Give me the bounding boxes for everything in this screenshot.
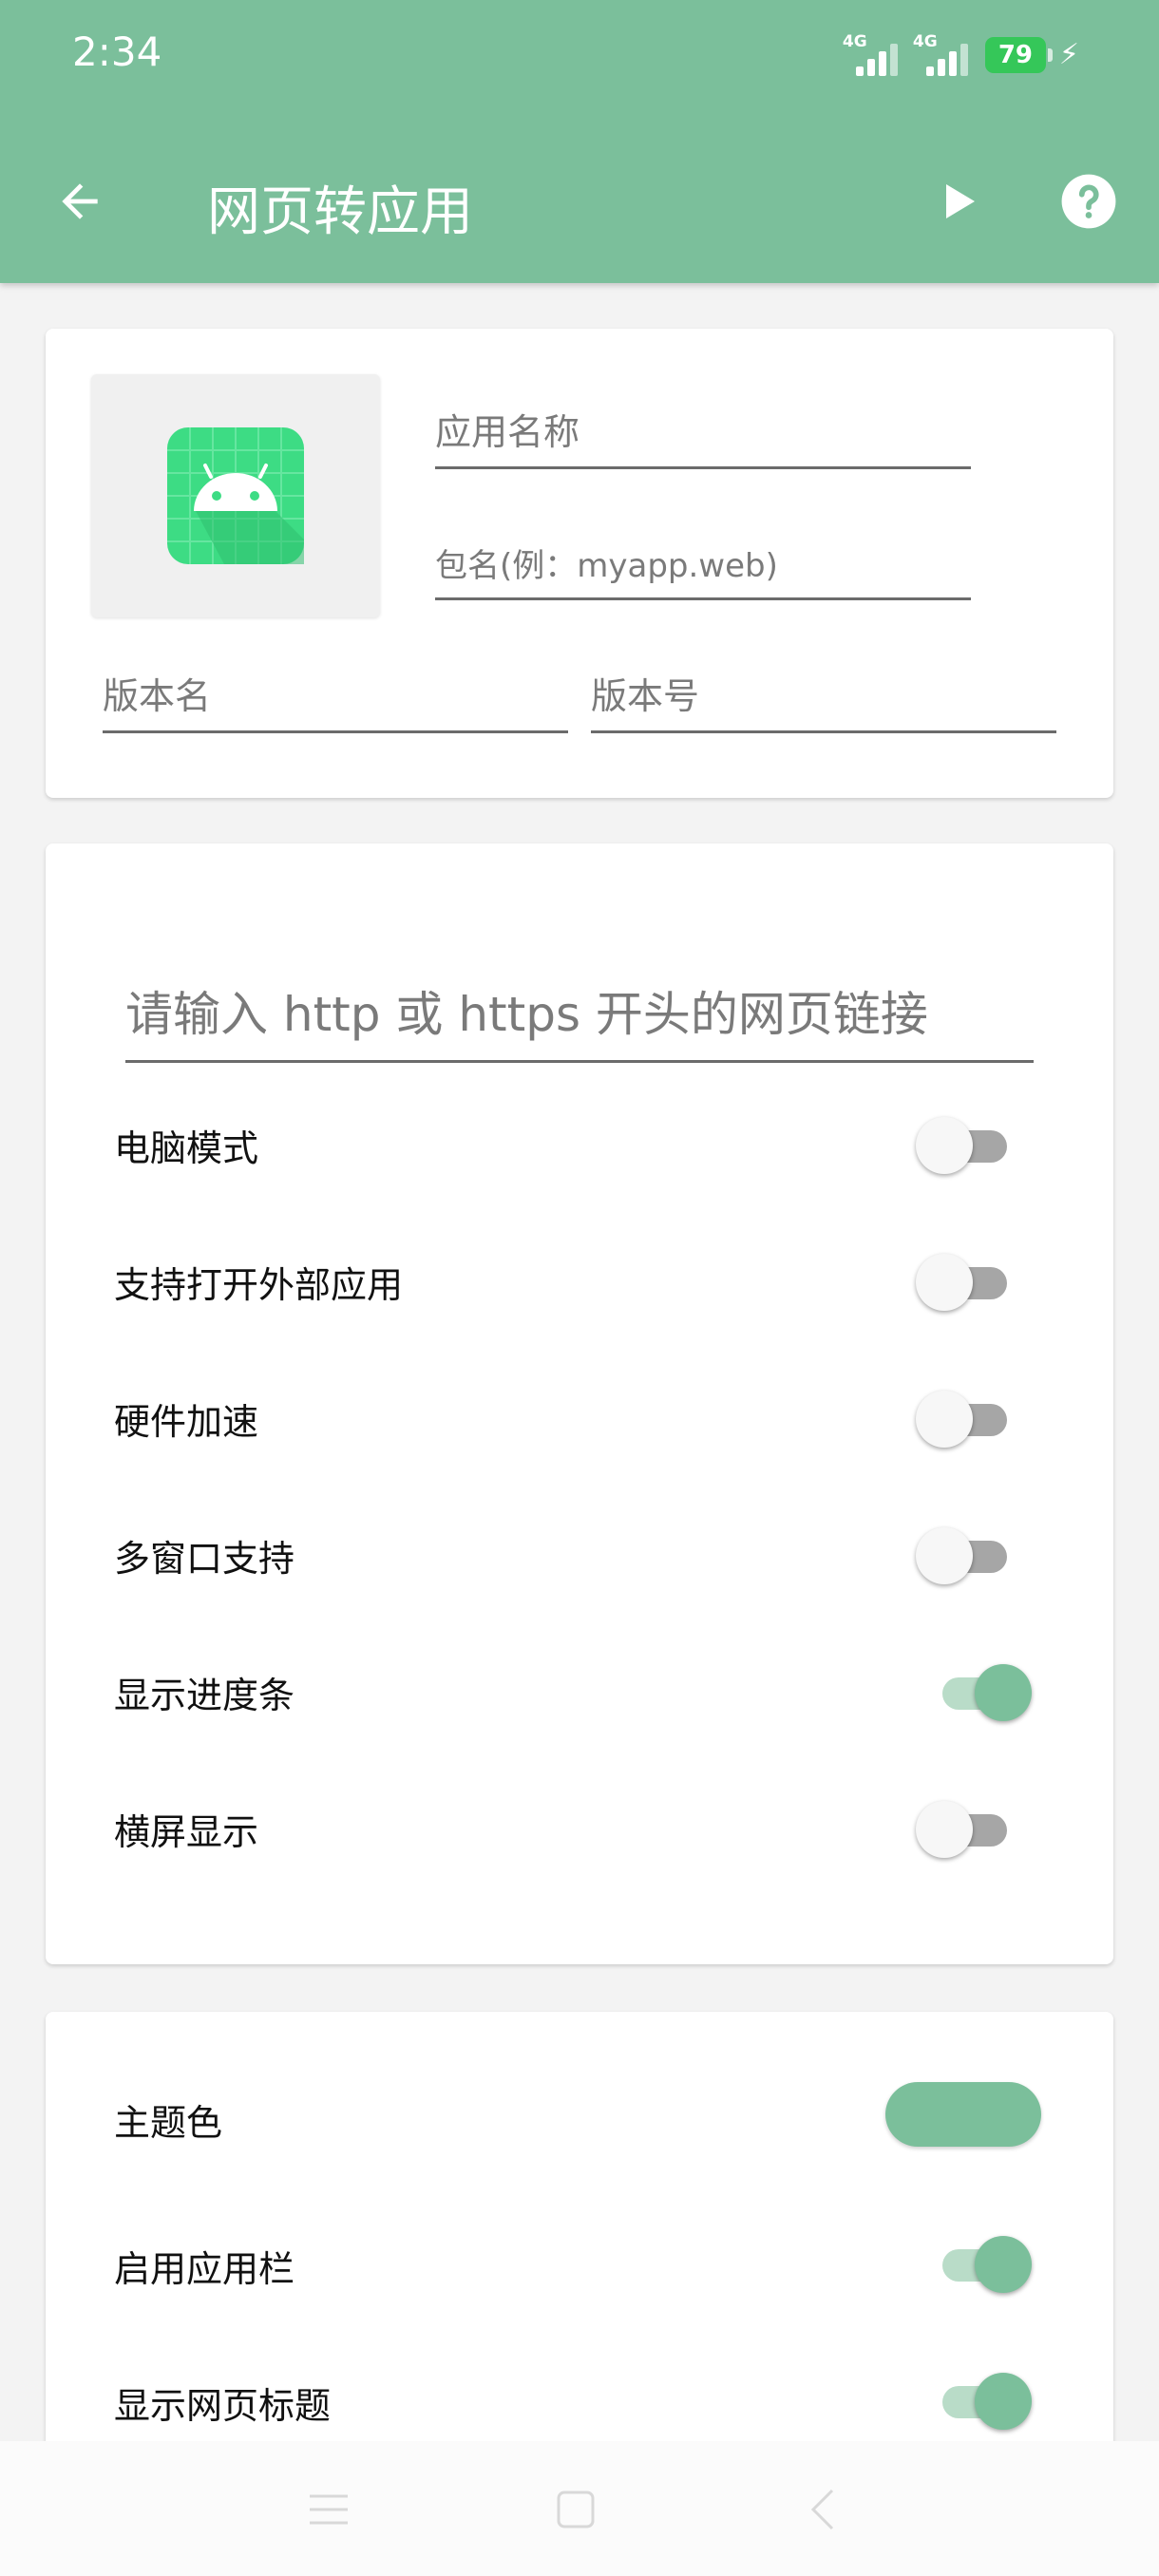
- app-header: 2:34 4G 4G 79 ⚡ 网页转应用: [0, 0, 1159, 283]
- option-label: 电脑模式: [114, 1127, 259, 1169]
- app-icon-picker[interactable]: [91, 374, 380, 617]
- back-button[interactable]: [49, 171, 110, 232]
- status-time: 2:34: [72, 28, 162, 75]
- app-bar-switch[interactable]: [929, 2236, 1034, 2293]
- landscape-switch[interactable]: [916, 1801, 1020, 1858]
- app-name-input[interactable]: 应用名称: [435, 403, 971, 469]
- help-circle-icon: [1061, 174, 1116, 229]
- signal-icon: 4G: [842, 32, 900, 76]
- run-button[interactable]: [927, 171, 988, 232]
- progress-bar-switch[interactable]: [929, 1664, 1034, 1721]
- desktop-mode-switch[interactable]: [916, 1117, 1020, 1174]
- option-label: 显示进度条: [114, 1675, 295, 1716]
- theme-color-picker[interactable]: [885, 2082, 1041, 2147]
- charging-icon: ⚡: [1058, 38, 1079, 71]
- system-nav-bar: [0, 2441, 1159, 2576]
- page-title: 网页转应用: [207, 181, 473, 243]
- home-button[interactable]: [547, 2481, 604, 2538]
- package-name-input[interactable]: 包名(例：myapp.web): [435, 540, 971, 600]
- option-label: 显示网页标题: [114, 2385, 332, 2427]
- help-button[interactable]: [1058, 171, 1119, 232]
- web-settings-card: 请输入 http 或 https 开头的网页链接 电脑模式 支持打开外部应用 硬…: [46, 843, 1113, 1964]
- battery-icon: 79: [984, 37, 1053, 73]
- home-icon: [557, 2491, 595, 2529]
- app-info-card: 应用名称 包名(例：myapp.web) 版本名 版本号: [46, 329, 1113, 798]
- multi-window-switch[interactable]: [916, 1527, 1020, 1584]
- recents-button[interactable]: [300, 2481, 357, 2538]
- theme-color-label: 主题色: [114, 2102, 223, 2144]
- option-label: 横屏显示: [114, 1811, 259, 1853]
- menu-icon: [310, 2494, 348, 2525]
- hardware-accel-switch[interactable]: [916, 1391, 1020, 1448]
- network-type-label: 4G: [842, 32, 867, 51]
- option-label: 启用应用栏: [114, 2248, 295, 2290]
- option-label: 支持打开外部应用: [114, 1264, 404, 1306]
- version-code-input[interactable]: 版本号: [591, 667, 1056, 733]
- external-app-switch[interactable]: [916, 1254, 1020, 1311]
- back-nav-button[interactable]: [794, 2481, 851, 2538]
- url-input[interactable]: 请输入 http 或 https 开头的网页链接: [125, 976, 1034, 1063]
- page-title-switch[interactable]: [929, 2373, 1034, 2430]
- chevron-left-icon: [810, 2489, 834, 2530]
- status-icons: 4G 4G 79 ⚡: [843, 28, 1079, 82]
- option-label: 硬件加速: [114, 1401, 259, 1443]
- android-icon: [167, 427, 304, 564]
- version-name-input[interactable]: 版本名: [103, 667, 568, 733]
- network-type-label: 4G: [912, 32, 938, 51]
- option-label: 多窗口支持: [114, 1538, 295, 1580]
- signal-icon: 4G: [912, 32, 972, 76]
- play-icon: [946, 184, 975, 218]
- arrow-left-icon: [62, 183, 98, 219]
